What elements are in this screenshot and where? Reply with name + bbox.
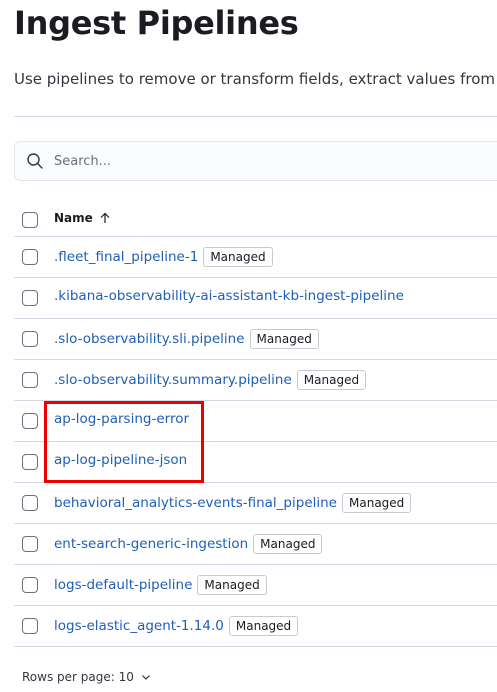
- pipeline-name-link[interactable]: behavioral_analytics-events-final_pipeli…: [54, 495, 337, 511]
- row-name-cell: .slo-observability.summary.pipeline Manag…: [54, 370, 367, 390]
- row-checkbox[interactable]: [22, 618, 38, 634]
- highlight-annotation: [44, 401, 204, 483]
- row-name-cell: .fleet_final_pipeline-1 Managed: [54, 247, 273, 267]
- row-checkbox[interactable]: [22, 577, 38, 593]
- table-row: behavioral_analytics-events-final_pipeli…: [14, 483, 497, 524]
- row-checkbox[interactable]: [22, 331, 38, 347]
- row-name-cell: .slo-observability.sli.pipeline Managed: [54, 329, 319, 349]
- pipeline-name-link[interactable]: logs-elastic_agent-1.14.0: [54, 618, 224, 634]
- chevron-down-icon: [141, 675, 150, 680]
- search-icon: [27, 153, 43, 169]
- row-checkbox[interactable]: [22, 536, 38, 552]
- row-checkbox[interactable]: [22, 495, 38, 511]
- search-input[interactable]: [54, 142, 494, 180]
- managed-badge: Managed: [197, 575, 267, 595]
- row-name-cell: .kibana-observability-ai-assistant-kb-in…: [54, 288, 404, 304]
- sort-ascending-icon: [100, 212, 110, 223]
- pipeline-name-link[interactable]: .slo-observability.summary.pipeline: [54, 372, 292, 388]
- pipeline-name-link[interactable]: .kibana-observability-ai-assistant-kb-in…: [54, 288, 404, 304]
- pipeline-name-link[interactable]: logs-default-pipeline: [54, 577, 192, 593]
- name-column-label: Name: [54, 211, 93, 225]
- managed-badge: Managed: [203, 247, 273, 267]
- row-checkbox[interactable]: [22, 372, 38, 388]
- managed-badge: Managed: [296, 370, 367, 390]
- page-title: Ingest Pipelines: [14, 4, 299, 42]
- managed-badge: Managed: [249, 329, 319, 349]
- table-row: logs-elastic_agent-1.14.0 Managed: [14, 606, 497, 647]
- managed-badge: Managed: [253, 534, 323, 554]
- search-box[interactable]: [14, 141, 497, 181]
- rows-per-page-label: Rows per page: 10: [22, 670, 134, 684]
- table-row: logs-default-pipeline Managed: [14, 565, 497, 606]
- table-row: .kibana-observability-ai-assistant-kb-in…: [14, 278, 497, 319]
- table-row: .slo-observability.summary.pipeline Manag…: [14, 360, 497, 401]
- row-name-cell: ent-search-generic-ingestion Managed: [54, 534, 323, 554]
- managed-badge: Managed: [342, 493, 412, 513]
- table-row: ent-search-generic-ingestion Managed: [14, 524, 497, 565]
- pipeline-name-link[interactable]: .fleet_final_pipeline-1: [54, 249, 198, 265]
- row-checkbox[interactable]: [22, 249, 38, 265]
- divider: [14, 116, 497, 117]
- managed-badge: Managed: [228, 616, 299, 636]
- name-column-header[interactable]: Name: [54, 211, 111, 225]
- page-description: Use pipelines to remove or transform fie…: [14, 70, 496, 88]
- row-checkbox[interactable]: [22, 413, 38, 429]
- table-row: .slo-observability.sli.pipeline Managed: [14, 319, 497, 360]
- select-all-checkbox[interactable]: [22, 212, 38, 228]
- rows-per-page-selector[interactable]: Rows per page: 10: [22, 670, 152, 684]
- table-row: .fleet_final_pipeline-1 Managed: [14, 237, 497, 278]
- row-checkbox[interactable]: [22, 454, 38, 470]
- row-name-cell: logs-elastic_agent-1.14.0 Managed: [54, 616, 299, 636]
- pipeline-name-link[interactable]: .slo-observability.sli.pipeline: [54, 331, 245, 347]
- pipeline-name-link[interactable]: ent-search-generic-ingestion: [54, 536, 248, 552]
- row-checkbox[interactable]: [22, 290, 38, 306]
- table-header-row: Name: [14, 200, 497, 237]
- row-name-cell: behavioral_analytics-events-final_pipeli…: [54, 493, 412, 513]
- row-name-cell: logs-default-pipeline Managed: [54, 575, 267, 595]
